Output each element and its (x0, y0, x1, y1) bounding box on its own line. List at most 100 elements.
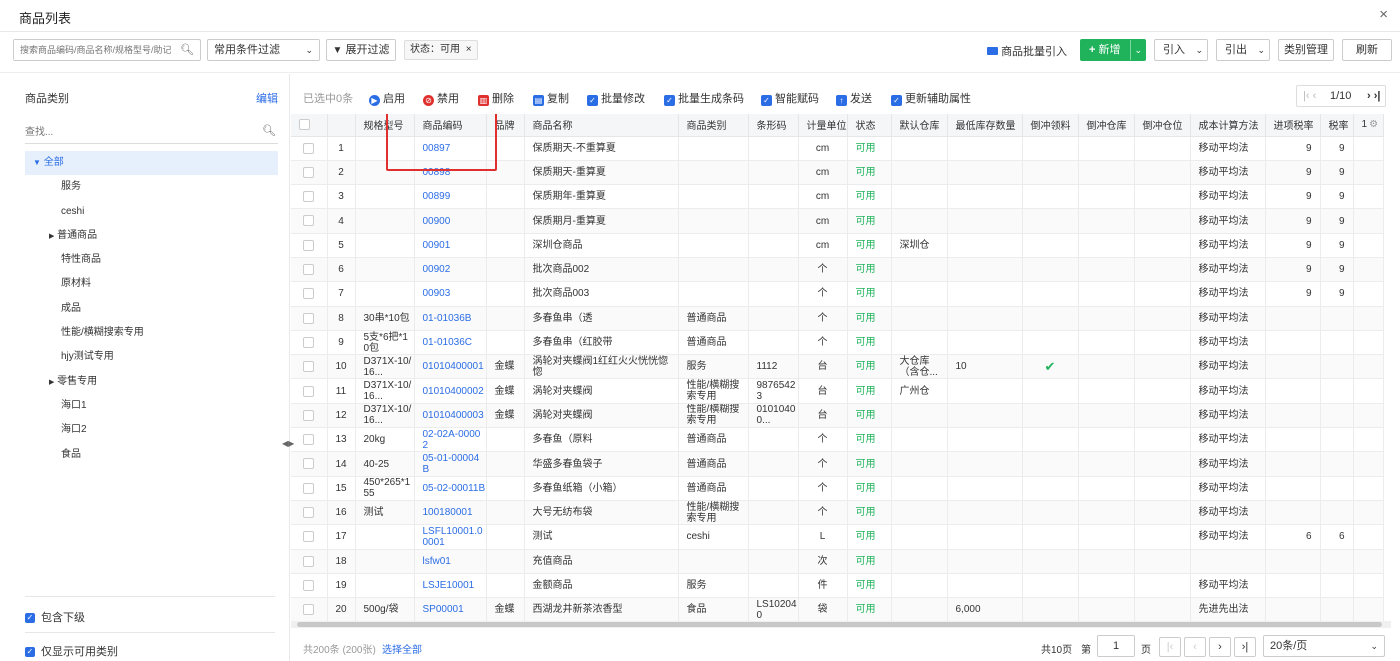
tree-node-all[interactable]: ▼ 全部 (25, 151, 278, 176)
copy-button[interactable]: ▤ 复制 (533, 90, 569, 106)
category-search[interactable]: 🔍︎ (25, 122, 278, 144)
row-select-cell[interactable] (291, 136, 328, 161)
row-select-cell[interactable] (291, 403, 328, 429)
close-icon[interactable]: × (1379, 6, 1388, 23)
scrollbar-thumb[interactable] (297, 622, 1382, 627)
column-header[interactable]: 倒冲仓库 (1078, 114, 1135, 137)
checkbox[interactable] (303, 361, 315, 373)
row-select-cell[interactable] (291, 378, 328, 404)
search-box[interactable]: 🔍︎ (13, 39, 201, 61)
caret-right-icon[interactable]: ▶ (49, 379, 54, 386)
row-select-cell[interactable] (291, 184, 328, 210)
checkbox[interactable] (303, 409, 315, 421)
table-cell[interactable]: 01010400003 (414, 403, 487, 429)
batch-import-button[interactable]: 商品批量引入 (987, 43, 1067, 59)
table-cell[interactable]: 00900 (414, 208, 487, 234)
table-row[interactable]: 15 450*265*155 05-02-00011B 多春鱼纸箱（小箱） 普通商品 个可… (291, 476, 1384, 501)
table-row[interactable]: 13 20kg 02-02A-00002 多春鱼（原料 普通商品 个可用 移动平均法 (291, 427, 1384, 453)
table-row[interactable]: 7 00903 批次商品003 个可用 移动平均法 9 9 (291, 281, 1384, 307)
table-row[interactable]: 18 lsfw01 充值商品 次可用 (291, 549, 1384, 574)
checkbox[interactable] (303, 264, 315, 276)
column-header[interactable]: 税率 (1320, 114, 1354, 137)
row-select-cell[interactable] (291, 257, 328, 283)
include-children-checkbox[interactable]: ✓ 包含下级 (25, 609, 275, 625)
table-cell[interactable]: lsfw01 (414, 549, 487, 574)
refresh-button[interactable]: 刷新 (1342, 39, 1392, 61)
checkbox[interactable] (303, 604, 315, 616)
select-all-link[interactable]: 选择全部 (382, 641, 422, 656)
tree-node[interactable]: ▶ 零售专用 (25, 370, 278, 394)
smart-code-button[interactable]: ✓ 智能赋码 (761, 90, 819, 106)
table-cell[interactable]: 05-01-00004B (414, 451, 487, 477)
table-row[interactable]: 12 D371X-10/16... 01010400003 金蝶 涡轮对夹蝶阀 性能/横糊… (291, 403, 1384, 429)
row-select-cell[interactable] (291, 597, 328, 621)
row-select-cell[interactable] (291, 208, 328, 234)
table-cell[interactable]: 00901 (414, 233, 487, 258)
checkbox[interactable] (303, 385, 315, 397)
table-cell[interactable]: 01-01036B (414, 306, 487, 331)
column-header[interactable]: 最低库存数量 (947, 114, 1023, 137)
checkbox[interactable] (299, 119, 310, 131)
column-header[interactable]: 商品类别 (678, 114, 749, 137)
table-row[interactable]: 19 LSJE10001 金额商品 服务 件可用 移动平均法 (291, 573, 1384, 599)
caret-down-icon[interactable]: ▼ (33, 158, 41, 167)
table-row[interactable]: 14 40-25 05-01-00004B 华盛多春鱼袋子 普通商品 个可用 移动平均法 (291, 451, 1384, 477)
table-cell[interactable]: 01-01036C (414, 330, 487, 356)
category-manage-button[interactable]: 类别管理 (1278, 39, 1334, 61)
tree-node[interactable]: 特性商品 (25, 248, 278, 272)
checkbox[interactable] (303, 191, 315, 203)
prev-page-icon[interactable]: ‹ (1184, 637, 1206, 657)
checkbox[interactable] (303, 531, 315, 543)
row-select-cell[interactable] (291, 500, 328, 526)
caret-right-icon[interactable]: ▶ (49, 233, 54, 240)
table-cell[interactable]: 00902 (414, 257, 487, 283)
batch-edit-button[interactable]: ✓ 批量修改 (587, 90, 645, 106)
row-select-cell[interactable] (291, 524, 328, 550)
checkbox[interactable] (303, 458, 315, 470)
table-cell[interactable]: SP00001 (414, 597, 487, 621)
update-attr-button[interactable]: ✓ 更新辅助属性 (891, 90, 971, 106)
table-cell[interactable]: 00899 (414, 184, 487, 210)
checkbox[interactable] (303, 555, 315, 567)
table-row[interactable]: 16 测试 100180001 大号无纺布袋 性能/横糊搜索专用 个可用 移动平均法 (291, 500, 1384, 526)
column-header[interactable]: 品牌 (486, 114, 525, 137)
table-row[interactable]: 4 00900 保质期月-重算夏 cm 可用 移动平均法 9 9 (291, 208, 1384, 234)
table-row[interactable]: 1 00897 保质期天-不重算夏 cm 可用 移动平均法 9 9 (291, 136, 1384, 161)
checkbox-checked-icon[interactable]: ✓ (25, 613, 35, 624)
column-header[interactable]: 默认仓库 (891, 114, 948, 137)
table-row[interactable]: 6 00902 批次商品002 个可用 移动平均法 9 9 (291, 257, 1384, 283)
row-select-cell[interactable] (291, 306, 328, 331)
tree-node[interactable]: ceshi (25, 200, 278, 224)
tree-node[interactable]: ▶ 普通商品 (25, 224, 278, 248)
table-row[interactable]: 8 30串*10包 01-01036B 多春鱼串（透 普通商品 个可用 移动平均法 (291, 306, 1384, 331)
chevron-down-icon[interactable]: ⌄ (1134, 40, 1142, 60)
row-select-cell[interactable] (291, 233, 328, 258)
settings-icon[interactable]: ⚙ (1369, 119, 1378, 130)
row-select-cell[interactable] (291, 330, 328, 356)
status-tag[interactable]: 状态：可用 × (404, 40, 478, 60)
send-button[interactable]: ↑ 发送 (836, 90, 872, 106)
category-search-input[interactable] (25, 122, 245, 142)
delete-button[interactable]: ▥ 删除 (478, 90, 514, 106)
chevron-down-icon[interactable]: ⌄ (1257, 40, 1265, 60)
page-size-select[interactable]: 20条/页 ⌄ (1263, 635, 1385, 657)
row-select-cell[interactable] (291, 160, 328, 186)
tag-close-icon[interactable]: × (466, 44, 472, 55)
add-button[interactable]: + 新增 ⌄ (1080, 39, 1146, 61)
checkbox[interactable] (303, 434, 315, 446)
column-header[interactable]: 计量单位 (798, 114, 848, 137)
export-button[interactable]: 引出 ⌄ (1216, 39, 1270, 61)
first-page-icon[interactable]: |‹ (1159, 637, 1181, 657)
table-cell[interactable]: LSJE10001 (414, 573, 487, 599)
checkbox[interactable] (303, 288, 315, 300)
page-number-input[interactable]: 1 (1097, 635, 1135, 657)
tree-node[interactable]: 食品 (25, 443, 278, 467)
filter-select[interactable]: 常用条件过滤 ⌄ (207, 39, 320, 61)
table-row[interactable]: 3 00899 保质期年-重算夏 cm 可用 移动平均法 9 9 (291, 184, 1384, 210)
checkbox[interactable] (303, 482, 315, 494)
checkbox[interactable] (303, 579, 315, 591)
table-cell[interactable]: 01010400002 (414, 378, 487, 404)
tree-node[interactable]: hjy测试专用 (25, 345, 278, 369)
horizontal-scrollbar[interactable] (291, 621, 1391, 628)
table-cell[interactable]: 05-02-00011B (414, 476, 487, 501)
